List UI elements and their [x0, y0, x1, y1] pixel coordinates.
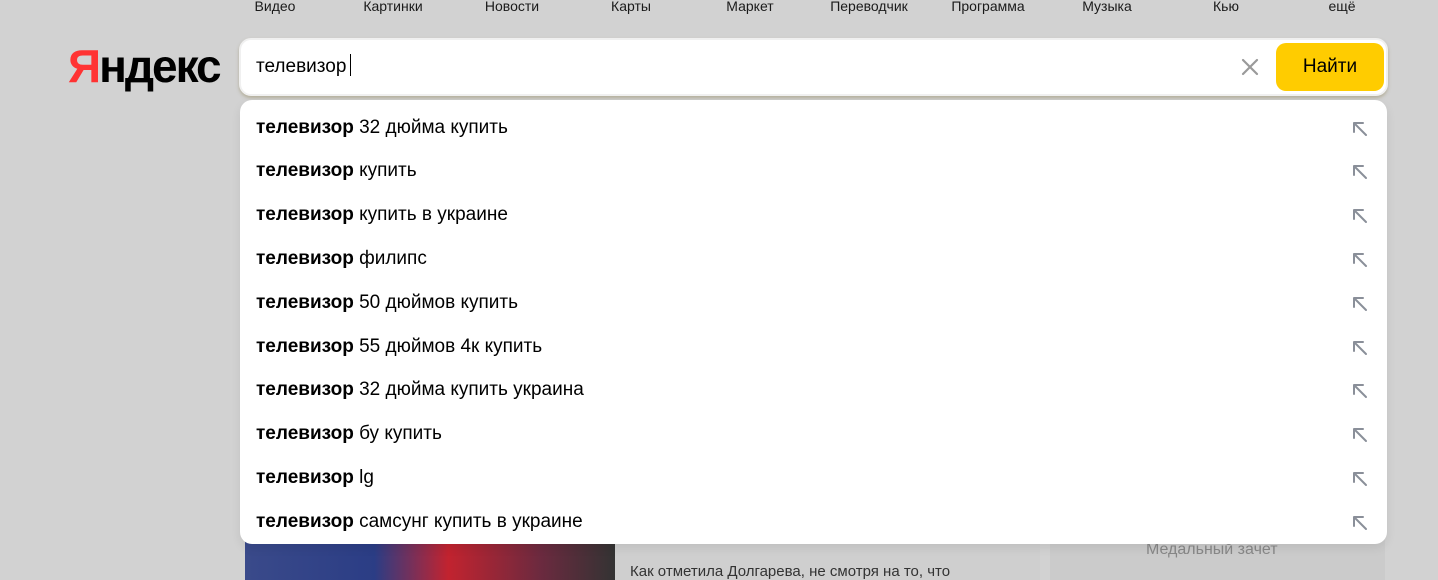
- insert-suggestion-arrow-icon[interactable]: [1350, 162, 1370, 182]
- suggestion-completion: 32 дюйма купить украина: [353, 379, 584, 400]
- suggestion-completion: бу купить: [353, 423, 442, 444]
- suggestion-text: телевизор 55 дюймов 4к купить: [256, 336, 542, 358]
- nav-link-tv-program[interactable]: Программа: [951, 0, 1024, 14]
- insert-suggestion-arrow-icon[interactable]: [1350, 250, 1370, 270]
- suggestion-text: телевизор бу купить: [256, 423, 442, 445]
- logo-first-letter: Я: [68, 40, 101, 92]
- suggestion-query-part: телевизор: [256, 423, 354, 444]
- nav-link-maps[interactable]: Карты: [611, 0, 651, 14]
- nav-link-images[interactable]: Картинки: [363, 0, 422, 14]
- suggestion-item[interactable]: телевизор купить: [240, 147, 1387, 190]
- nav-link-q[interactable]: Кью: [1213, 0, 1239, 14]
- search-button[interactable]: Найти: [1276, 43, 1384, 91]
- suggestion-text: телевизор 50 дюймов купить: [256, 292, 518, 314]
- suggestion-completion: lg: [353, 467, 374, 488]
- suggestion-query-part: телевизор: [256, 248, 354, 269]
- yandex-logo[interactable]: Яндекс: [68, 40, 222, 92]
- suggestion-item[interactable]: телевизор 50 дюймов купить: [240, 279, 1387, 322]
- search-input[interactable]: телевизор: [256, 54, 352, 78]
- suggestion-completion: 55 дюймов 4к купить: [353, 336, 543, 357]
- suggestion-item[interactable]: телевизор 55 дюймов 4к купить: [240, 323, 1387, 366]
- nav-link-news[interactable]: Новости: [485, 0, 539, 14]
- suggestion-text: телевизор купить в украине: [256, 204, 508, 226]
- suggestion-text: телевизор филипс: [256, 248, 427, 270]
- suggestion-query-part: телевизор: [256, 511, 354, 532]
- nav-link-video[interactable]: Видео: [255, 0, 296, 14]
- nav-link-more[interactable]: ещё: [1328, 0, 1355, 14]
- insert-suggestion-arrow-icon[interactable]: [1350, 119, 1370, 139]
- nav-link-music[interactable]: Музыка: [1082, 0, 1132, 14]
- suggestion-text: телевизор купить: [256, 160, 417, 182]
- nav-link-translator[interactable]: Переводчик: [830, 0, 908, 14]
- insert-suggestion-arrow-icon[interactable]: [1350, 381, 1370, 401]
- suggestion-query-part: телевизор: [256, 204, 354, 225]
- suggestion-query-part: телевизор: [256, 160, 354, 181]
- insert-suggestion-arrow-icon[interactable]: [1350, 513, 1370, 533]
- insert-suggestion-arrow-icon[interactable]: [1350, 294, 1370, 314]
- insert-suggestion-arrow-icon[interactable]: [1350, 206, 1370, 226]
- suggestion-query-part: телевизор: [256, 292, 354, 313]
- suggestion-completion: 50 дюймов купить: [353, 292, 518, 313]
- suggestion-item[interactable]: телевизор lg: [240, 454, 1387, 497]
- suggestion-item[interactable]: телевизор филипс: [240, 235, 1387, 278]
- close-icon[interactable]: [1237, 54, 1263, 80]
- suggestion-query-part: телевизор: [256, 117, 354, 138]
- suggestions-dropdown: телевизор 32 дюйма купить телевизор купи…: [240, 100, 1387, 544]
- suggestion-text: телевизор lg: [256, 467, 374, 489]
- suggestion-query-part: телевизор: [256, 467, 354, 488]
- suggestion-item[interactable]: телевизор 32 дюйма купить украина: [240, 366, 1387, 409]
- text-caret: [350, 54, 352, 76]
- suggestion-query-part: телевизор: [256, 336, 354, 357]
- insert-suggestion-arrow-icon[interactable]: [1350, 425, 1370, 445]
- suggestion-completion: филипс: [353, 248, 427, 269]
- suggestion-text: телевизор 32 дюйма купить: [256, 117, 508, 139]
- suggestion-item[interactable]: телевизор самсунг купить в украине: [240, 498, 1387, 541]
- suggestion-completion: купить: [353, 160, 417, 181]
- suggestion-completion: 32 дюйма купить: [353, 117, 508, 138]
- nav-link-market[interactable]: Маркет: [726, 0, 773, 14]
- news-snippet[interactable]: Как отметила Долгарева, не смотря на то,…: [630, 563, 1010, 580]
- suggestion-query-part: телевизор: [256, 379, 354, 400]
- services-nav: Видео Картинки Новости Карты Маркет Пере…: [0, 0, 1438, 18]
- suggestion-completion: самсунг купить в украине: [353, 511, 583, 532]
- suggestion-item[interactable]: телевизор бу купить: [240, 410, 1387, 453]
- search-input-value: телевизор: [256, 56, 347, 78]
- logo-rest: ндекс: [99, 40, 222, 92]
- insert-suggestion-arrow-icon[interactable]: [1350, 469, 1370, 489]
- suggestion-text: телевизор самсунг купить в украине: [256, 511, 583, 533]
- suggestion-item[interactable]: телевизор купить в украине: [240, 191, 1387, 234]
- suggestion-item[interactable]: телевизор 32 дюйма купить: [240, 104, 1387, 147]
- search-form: телевизор Найти: [239, 38, 1388, 96]
- suggestion-completion: купить в украине: [353, 204, 508, 225]
- insert-suggestion-arrow-icon[interactable]: [1350, 338, 1370, 358]
- news-image[interactable]: [245, 540, 615, 580]
- suggestion-text: телевизор 32 дюйма купить украина: [256, 379, 584, 401]
